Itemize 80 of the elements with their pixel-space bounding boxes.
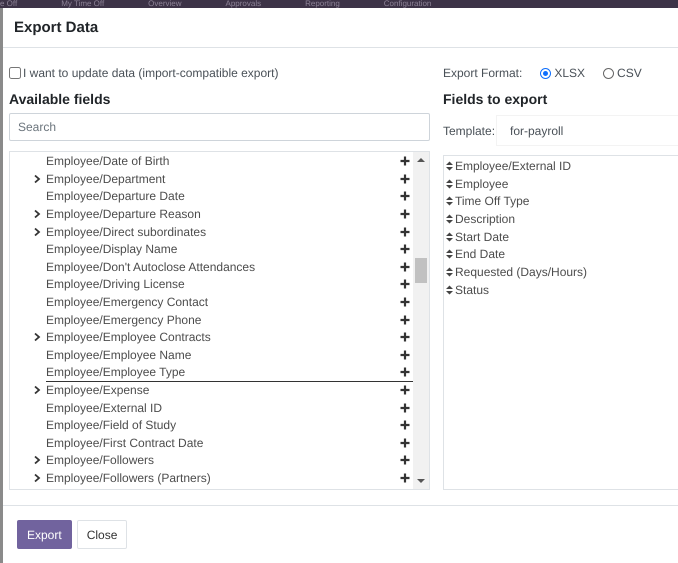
field-item[interactable]: Employee/Date of Birth xyxy=(46,153,413,171)
field-item[interactable]: Employee/First Contract Date xyxy=(46,434,413,452)
export-field-item[interactable]: Time Off Type xyxy=(455,194,530,208)
scroll-down-icon[interactable] xyxy=(417,478,425,484)
sort-handle-icon[interactable] xyxy=(446,214,453,224)
plus-icon[interactable] xyxy=(400,314,410,325)
template-label: Template: xyxy=(443,124,496,138)
plus-icon[interactable] xyxy=(400,191,410,202)
template-field[interactable]: for-payroll xyxy=(496,115,678,146)
plus-icon[interactable] xyxy=(400,402,410,413)
plus-icon[interactable] xyxy=(400,297,410,308)
radio-icon[interactable] xyxy=(540,68,552,78)
export-field-item[interactable]: Description xyxy=(455,212,516,226)
chevron-right-icon[interactable] xyxy=(32,472,42,483)
plus-icon[interactable] xyxy=(400,455,410,466)
field-item[interactable]: Employee/Don't Autoclose Attendances xyxy=(46,258,413,276)
plus-icon[interactable] xyxy=(400,279,410,290)
plus-icon[interactable] xyxy=(400,385,410,396)
scrollbar[interactable] xyxy=(413,152,429,489)
export-field-item[interactable]: Employee xyxy=(455,176,508,191)
sort-handle-icon[interactable] xyxy=(446,266,453,277)
field-item[interactable]: Employee/Employee Name xyxy=(46,346,413,364)
format-radio[interactable]: XLSX xyxy=(540,66,586,80)
field-item[interactable]: Employee/Emergency Phone xyxy=(46,311,413,329)
chevron-right-icon[interactable] xyxy=(32,174,42,184)
sort-handle-icon[interactable] xyxy=(446,232,453,242)
chevron-right-icon[interactable] xyxy=(32,385,42,396)
plus-icon[interactable] xyxy=(400,367,410,378)
dialog-title: Export Data xyxy=(14,19,98,36)
scroll-up-icon[interactable] xyxy=(417,157,425,163)
plus-icon[interactable] xyxy=(400,350,410,360)
radio-icon[interactable] xyxy=(603,68,614,78)
export-field-item[interactable]: Status xyxy=(455,282,490,297)
plus-icon[interactable] xyxy=(400,226,410,237)
plus-icon[interactable] xyxy=(400,420,410,430)
field-item[interactable]: Employee/External ID xyxy=(46,399,413,417)
field-item[interactable]: Employee/Followers xyxy=(46,452,413,470)
chevron-right-icon[interactable] xyxy=(32,455,42,466)
plus-icon[interactable] xyxy=(400,332,410,342)
field-item[interactable]: Employee/Employee Contracts xyxy=(46,328,413,347)
sort-handle-icon[interactable] xyxy=(446,284,453,295)
plus-icon[interactable] xyxy=(400,244,410,254)
export-field-item[interactable]: End Date xyxy=(455,247,506,262)
field-item[interactable]: Employee/Driving License xyxy=(46,276,413,294)
scrollbar-thumb[interactable] xyxy=(415,258,427,283)
plus-icon[interactable] xyxy=(400,209,410,220)
plus-icon[interactable] xyxy=(400,262,410,272)
chevron-right-icon[interactable] xyxy=(32,332,42,342)
export-button[interactable]: Export xyxy=(17,520,72,549)
field-item[interactable]: Employee/Department xyxy=(46,170,413,188)
sort-handle-icon[interactable] xyxy=(446,196,453,206)
plus-icon[interactable] xyxy=(400,438,410,448)
export-format-label: Export Format: xyxy=(443,66,522,80)
checkbox-label: I want to update data (import-compatible export) xyxy=(23,66,278,80)
export-field-item[interactable]: Employee/External ID xyxy=(455,158,572,173)
chevron-right-icon[interactable] xyxy=(32,226,42,237)
import-compatible-checkbox[interactable] xyxy=(9,67,21,79)
chevron-right-icon[interactable] xyxy=(32,209,42,220)
section-heading: Available fields xyxy=(9,91,112,107)
field-item[interactable]: Employee/Emergency Contact xyxy=(46,294,413,312)
field-item[interactable]: Employee/Employee Type xyxy=(46,364,413,382)
plus-icon[interactable] xyxy=(400,472,410,483)
field-item[interactable]: Employee/Departure Date xyxy=(46,188,413,206)
sort-handle-icon[interactable] xyxy=(446,249,453,260)
export-field-item[interactable]: Requested (Days/Hours) xyxy=(455,264,588,279)
field-item[interactable]: Employee/Display Name xyxy=(46,240,413,259)
field-item[interactable]: Employee/Field of Study xyxy=(46,416,413,434)
field-item[interactable]: Employee/Expense xyxy=(46,382,413,400)
format-radio[interactable]: CSV xyxy=(603,66,642,80)
plus-icon[interactable] xyxy=(400,156,410,166)
field-item[interactable]: Employee/Direct subordinates xyxy=(46,223,413,241)
field-item[interactable]: Employee/Followers (Partners) xyxy=(46,470,413,488)
search-field[interactable]: Search xyxy=(9,113,430,141)
sort-handle-icon[interactable] xyxy=(446,178,453,189)
close-button[interactable]: Close xyxy=(76,520,128,549)
plus-icon[interactable] xyxy=(400,174,410,184)
export-field-item[interactable]: Start Date xyxy=(455,230,510,244)
sort-handle-icon[interactable] xyxy=(446,160,453,171)
section-heading: Fields to export xyxy=(443,91,548,107)
field-item[interactable]: Employee/Departure Reason xyxy=(46,206,413,224)
